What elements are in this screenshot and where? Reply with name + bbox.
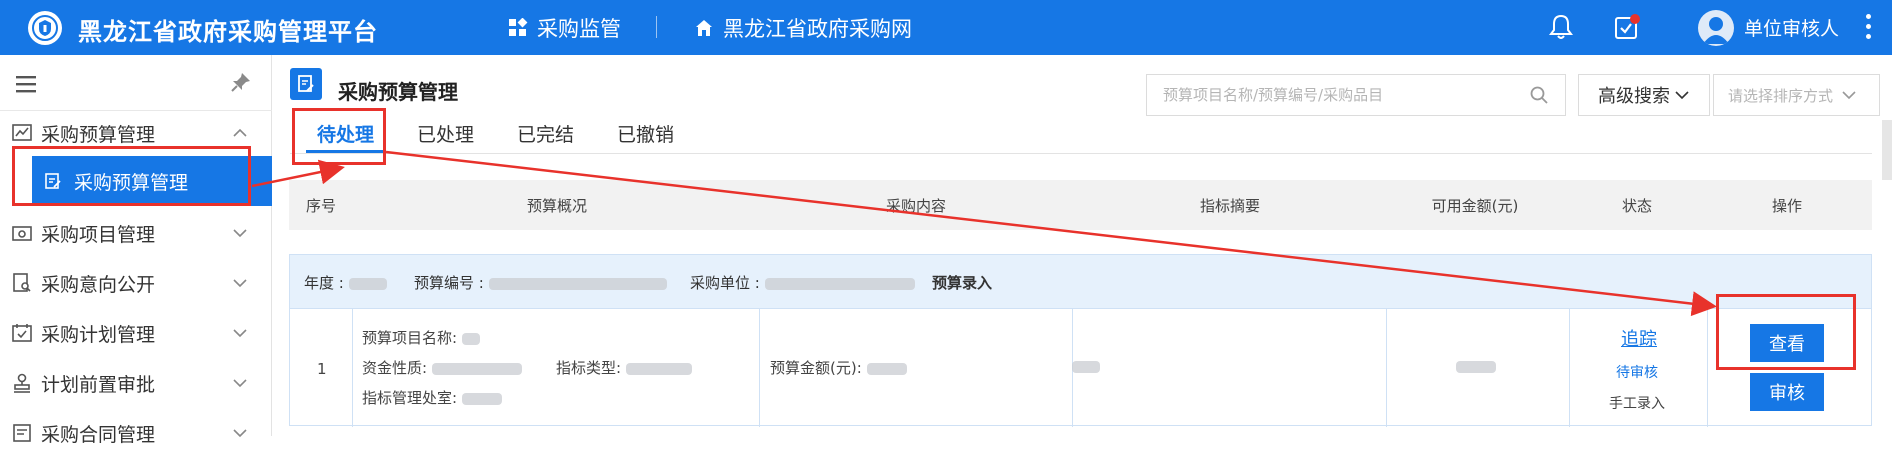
annotation-arrows — [251, 150, 1717, 317]
arrow-sidebar-to-tab — [251, 159, 345, 188]
arrow-tab-to-view — [385, 150, 1717, 317]
